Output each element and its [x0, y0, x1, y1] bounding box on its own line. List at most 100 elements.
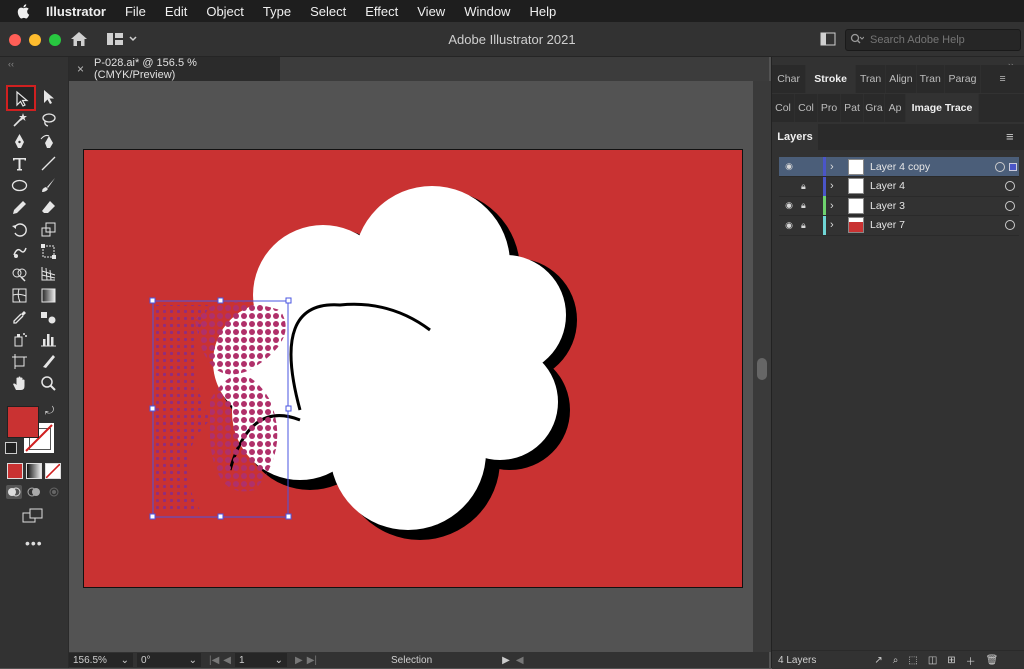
layer-row[interactable]: ◉ 🔒︎ › Layer 3 — [779, 196, 1019, 216]
next-artboard-icon[interactable]: ▶ — [295, 655, 303, 666]
tab-transparency[interactable]: Tran — [856, 65, 887, 93]
lock-icon[interactable]: 🔒︎ — [801, 220, 817, 231]
chevron-right-icon[interactable]: › — [830, 161, 844, 173]
layer-row[interactable]: 🔒︎ › Layer 4 — [779, 176, 1019, 197]
panel-toggle-icon[interactable] — [820, 32, 836, 46]
artboard-field[interactable]: 1 ⌄ — [235, 653, 287, 667]
draw-behind-button[interactable] — [26, 485, 42, 499]
chevron-right-icon[interactable]: › — [830, 200, 844, 212]
magic-wand-tool-button[interactable] — [8, 109, 30, 129]
rotation-field[interactable]: 0° ⌄ — [137, 653, 201, 667]
new-layer-icon[interactable]: ＋ — [966, 653, 976, 668]
scale-tool-button[interactable] — [37, 219, 59, 239]
search-help-field[interactable] — [845, 29, 1021, 51]
visibility-eye-icon[interactable]: ◉ — [781, 161, 797, 172]
tab-align[interactable]: Align — [886, 65, 917, 93]
gradient-mode-button[interactable] — [26, 463, 42, 479]
prev-artboard-icon[interactable]: ◀ — [223, 655, 231, 666]
edit-toolbar-button[interactable]: ••• — [25, 535, 43, 551]
chevron-right-icon[interactable]: › — [830, 219, 844, 231]
tab-image-trace[interactable]: Image Trace — [906, 94, 979, 122]
document-tab[interactable]: × P-028.ai* @ 156.5 % (CMYK/Preview) — [69, 57, 280, 81]
menu-edit[interactable]: Edit — [165, 4, 187, 19]
artboard[interactable] — [83, 149, 743, 588]
export-icon[interactable]: ↗ — [874, 655, 882, 666]
layer-row[interactable]: ◉ 🔒︎ › Layer 7 — [779, 215, 1019, 236]
zoom-field[interactable]: 156.5% ⌄ — [69, 653, 133, 667]
eyedropper-tool-button[interactable] — [8, 307, 30, 327]
shape-builder-tool-button[interactable] — [8, 263, 30, 283]
tab-appearance[interactable]: Ap — [885, 94, 906, 122]
panel-menu-icon[interactable]: ≡ — [981, 65, 1024, 93]
menu-view[interactable]: View — [417, 4, 445, 19]
make-clipping-mask-icon[interactable]: ◫ — [928, 655, 937, 666]
blend-tool-button[interactable] — [37, 307, 59, 327]
pencil-tool-button[interactable] — [8, 197, 30, 217]
none-mode-button[interactable] — [45, 463, 61, 479]
lasso-tool-button[interactable] — [37, 109, 59, 129]
delete-layer-icon[interactable]: 🗑 — [986, 655, 999, 666]
tab-pathfinder[interactable]: Pat — [841, 94, 864, 122]
status-menu-arrow-icon[interactable]: ▶ — [502, 655, 510, 666]
column-graph-tool-button[interactable] — [37, 329, 59, 349]
layer-target-icon[interactable] — [1005, 181, 1015, 191]
paintbrush-tool-button[interactable] — [37, 175, 59, 195]
menu-object[interactable]: Object — [206, 4, 244, 19]
tab-transform[interactable]: Tran — [917, 65, 945, 93]
menu-select[interactable]: Select — [310, 4, 346, 19]
first-artboard-icon[interactable]: |◀ — [209, 655, 219, 666]
selection-tool-button[interactable] — [6, 85, 36, 111]
screen-mode-button[interactable] — [22, 508, 44, 524]
vertical-scrollbar[interactable] — [753, 81, 771, 652]
close-document-icon[interactable]: × — [77, 62, 84, 76]
color-mode-button[interactable] — [7, 463, 23, 479]
artboard-tool-button[interactable] — [8, 351, 30, 371]
menu-type[interactable]: Type — [263, 4, 291, 19]
menu-window[interactable]: Window — [464, 4, 510, 19]
tab-layers[interactable]: Layers — [772, 124, 818, 150]
layer-target-icon[interactable] — [1005, 200, 1015, 211]
collect-export-icon[interactable]: ⬚ — [908, 655, 917, 666]
draw-inside-button[interactable] — [46, 485, 62, 499]
apple-icon[interactable] — [16, 3, 32, 19]
visibility-eye-icon[interactable]: ◉ — [781, 200, 797, 211]
fill-swatch[interactable] — [7, 406, 39, 438]
layer-target-icon[interactable] — [1005, 220, 1015, 230]
menu-file[interactable]: File — [125, 4, 146, 19]
perspective-grid-tool-button[interactable] — [37, 263, 59, 283]
curvature-tool-button[interactable] — [37, 131, 59, 151]
ellipse-tool-button[interactable] — [8, 175, 30, 195]
default-colors-icon[interactable] — [5, 442, 17, 454]
menu-illustrator[interactable]: Illustrator — [46, 4, 106, 19]
rotate-tool-button[interactable] — [8, 219, 30, 239]
layers-menu-icon[interactable]: ≡ — [1006, 129, 1014, 144]
pen-tool-button[interactable] — [8, 131, 30, 151]
free-transform-tool-button[interactable] — [37, 241, 59, 261]
visibility-eye-icon[interactable]: ◉ — [781, 220, 797, 231]
tab-color[interactable]: Col — [772, 94, 795, 122]
tab-color-guide[interactable]: Col — [795, 94, 818, 122]
line-tool-button[interactable] — [37, 153, 59, 173]
chevron-right-icon[interactable]: › — [830, 180, 844, 192]
menu-help[interactable]: Help — [529, 4, 556, 19]
tab-properties[interactable]: Pro — [818, 94, 841, 122]
slice-tool-button[interactable] — [37, 351, 59, 371]
type-tool-button[interactable] — [8, 153, 30, 173]
lock-icon[interactable]: 🔒︎ — [801, 181, 817, 192]
tab-stroke[interactable]: Stroke — [806, 65, 856, 93]
draw-normal-button[interactable] — [6, 485, 22, 499]
zoom-tool-button[interactable] — [37, 373, 59, 393]
eraser-tool-button[interactable] — [37, 197, 59, 217]
scroll-left-icon[interactable]: ◀ — [516, 655, 524, 666]
scrollbar-thumb[interactable] — [757, 358, 767, 380]
last-artboard-icon[interactable]: ▶| — [307, 655, 317, 666]
tab-character[interactable]: Char — [772, 65, 807, 93]
locate-object-icon[interactable]: ⌕ — [893, 655, 899, 666]
mesh-tool-button[interactable] — [8, 285, 30, 305]
direct-selection-tool-button[interactable] — [37, 86, 59, 106]
tab-gradient[interactable]: Gra — [864, 94, 885, 122]
swap-fill-stroke-icon[interactable]: ⤾ — [45, 405, 54, 418]
layer-target-icon[interactable] — [995, 161, 1005, 172]
hand-tool-button[interactable] — [8, 373, 30, 393]
tab-paragraph[interactable]: Parag — [945, 65, 982, 93]
